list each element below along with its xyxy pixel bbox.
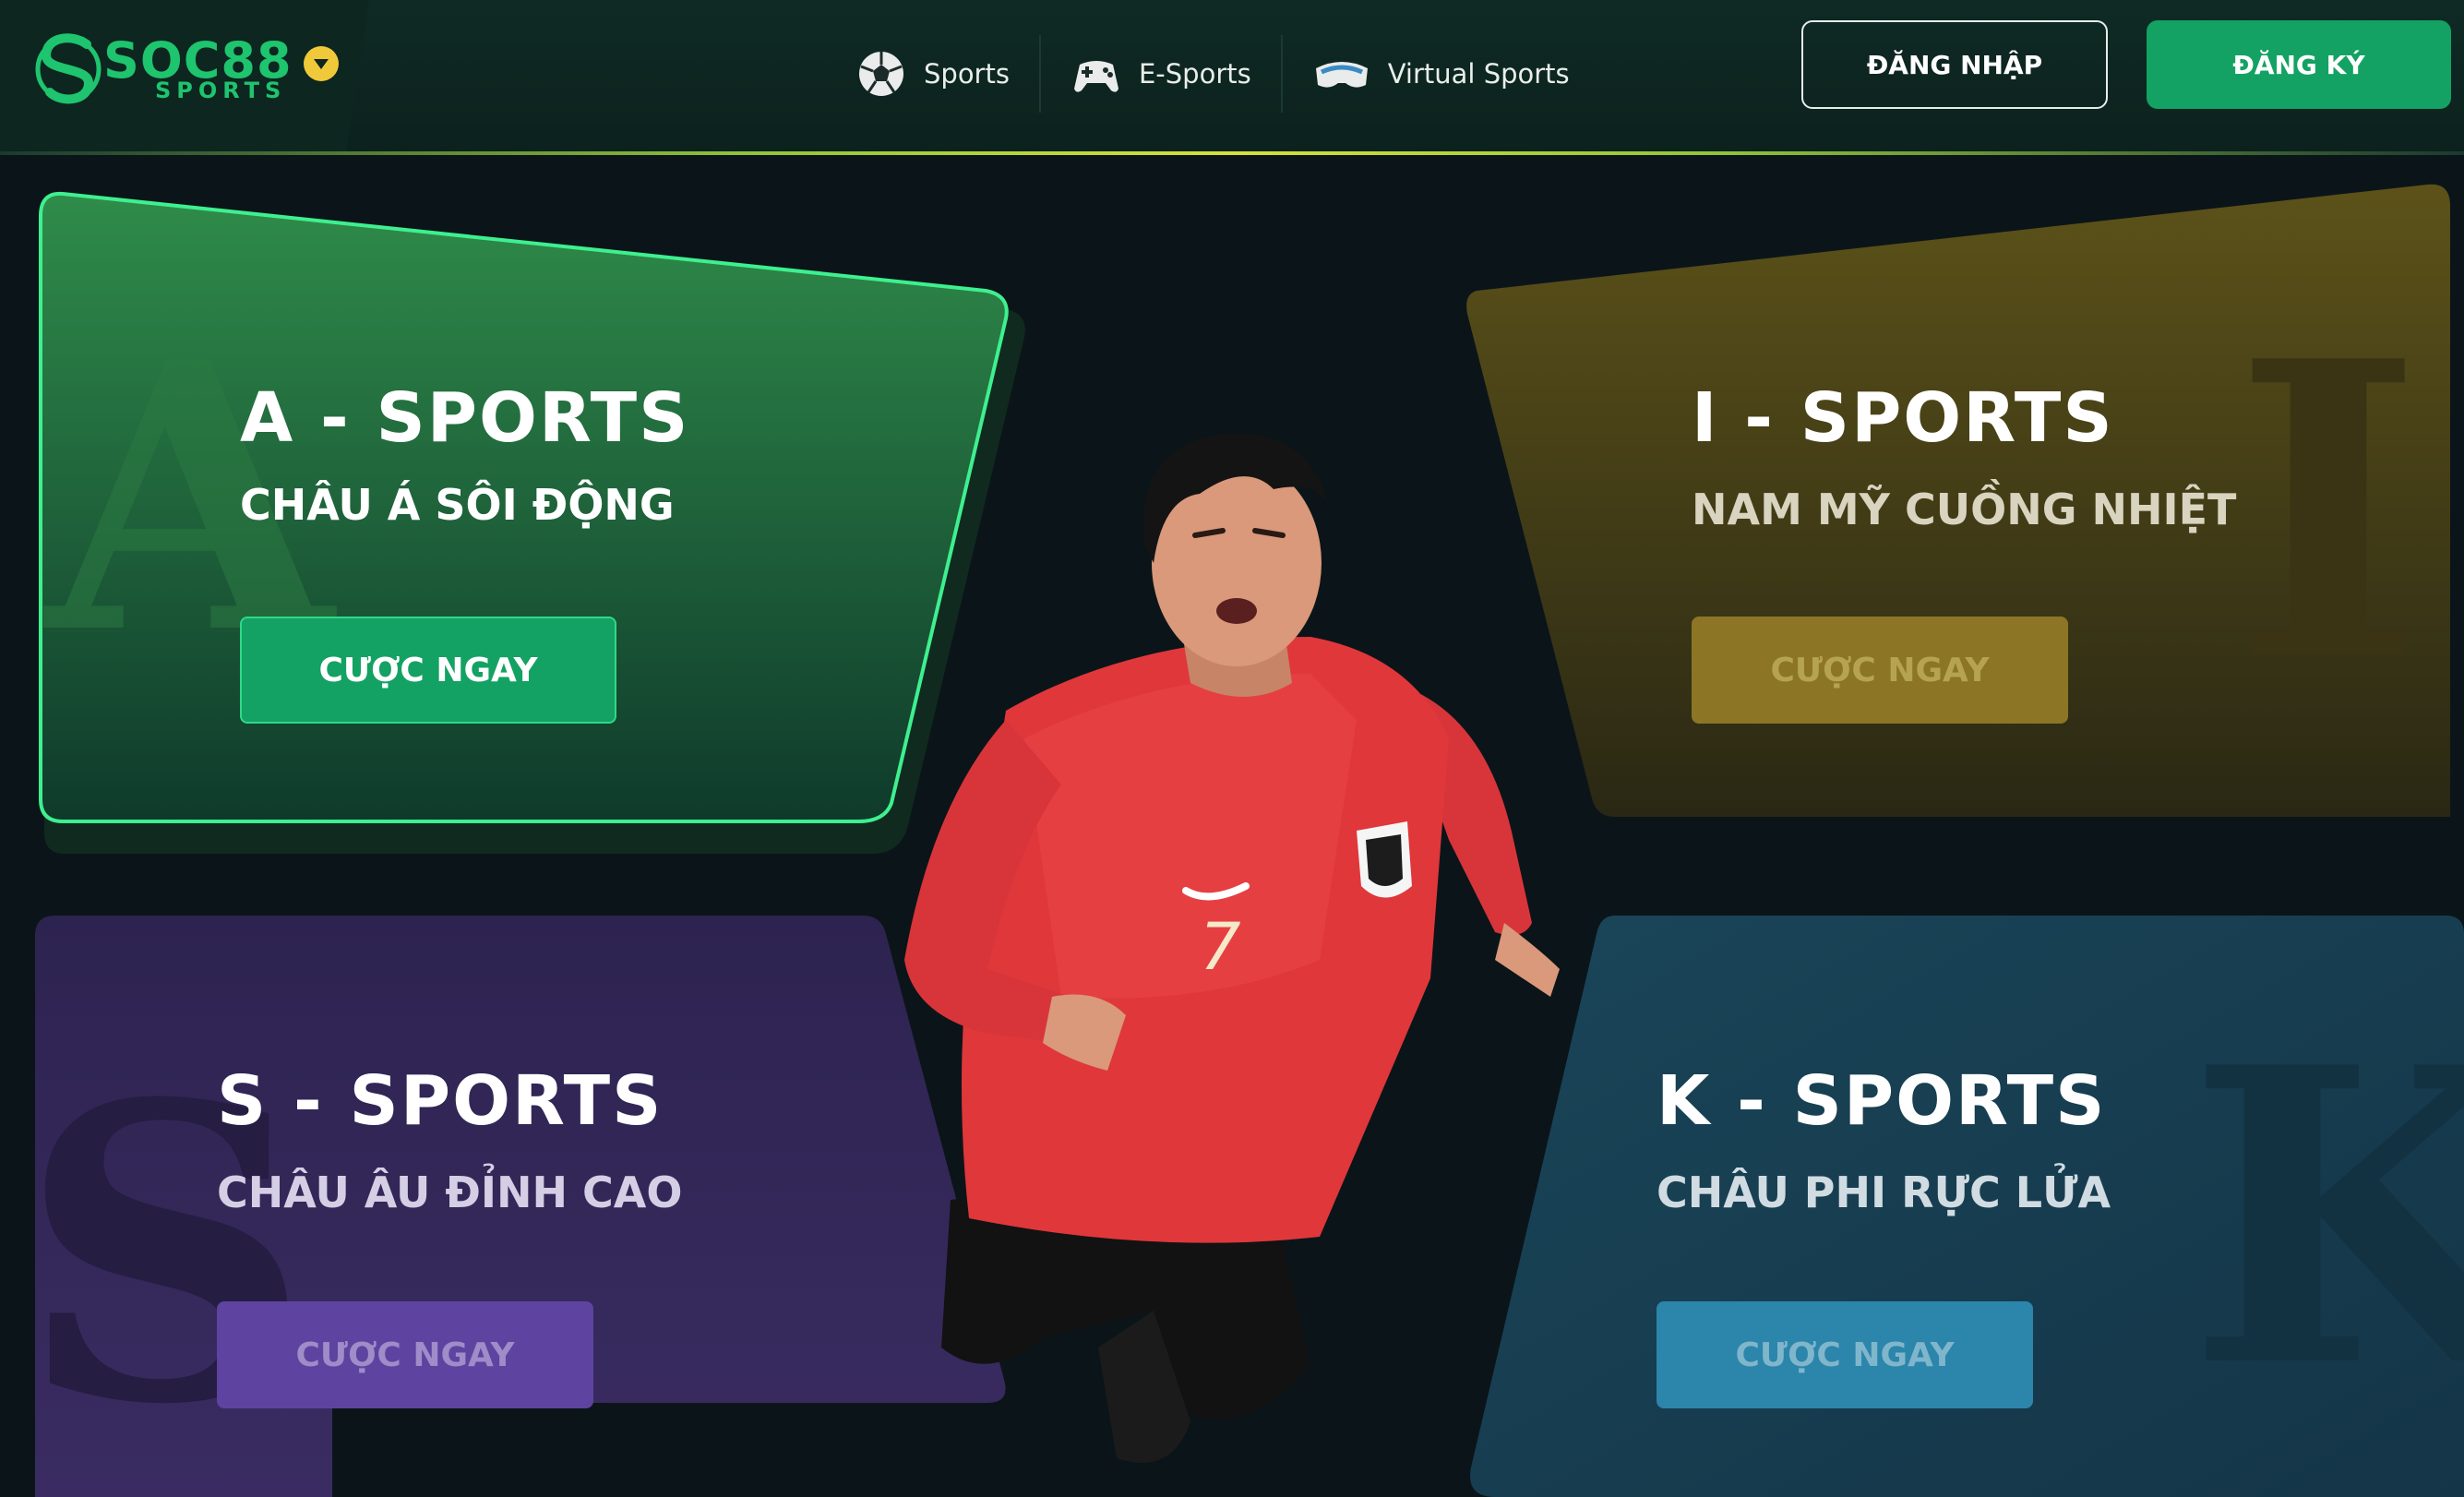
card-a-title: A - SPORTS <box>240 378 690 458</box>
card-s-title: S - SPORTS <box>217 1061 664 1141</box>
gamepad-icon <box>1073 61 1118 92</box>
card-i-watermark-letter: I <box>2233 273 2423 750</box>
card-k-subtitle: CHÂU PHI RỰC LỬA <box>1657 1168 2111 1217</box>
nav-item-sports[interactable]: Sports <box>826 35 1039 113</box>
soccer-ball-icon <box>859 52 903 96</box>
nav-item-virtual-sports[interactable]: Virtual Sports <box>1283 35 1599 113</box>
nav-label: Virtual Sports <box>1387 58 1570 90</box>
card-k-title: K - SPORTS <box>1657 1061 2107 1141</box>
card-i-subtitle: NAM MỸ CUỒNG NHIỆT <box>1692 485 2237 534</box>
nav-item-esports[interactable]: E-Sports <box>1041 35 1281 113</box>
main-nav: Sports E-Sports Virtual Sports <box>826 28 1599 120</box>
card-s-sports: S S - SPORTS CHÂU ÂU ĐỈNH CAO CƯỢC NGAY <box>0 914 1015 1497</box>
nav-label: Sports <box>924 58 1010 90</box>
card-i-title: I - SPORTS <box>1692 378 2114 458</box>
card-s-subtitle: CHÂU ÂU ĐỈNH CAO <box>217 1168 683 1217</box>
nav-label: E-Sports <box>1138 58 1251 90</box>
top-header: SOC88 SPORTS Sports E-Sports Virtual Spo… <box>0 0 2464 155</box>
jersey-number: 7 <box>1200 909 1241 985</box>
chevron-down-icon[interactable] <box>304 46 339 81</box>
card-s-bet-button[interactable]: CƯỢC NGAY <box>217 1301 593 1408</box>
register-button[interactable]: ĐĂNG KÝ <box>2147 20 2451 109</box>
card-a-bet-button[interactable]: CƯỢC NGAY <box>240 617 616 724</box>
header-divider <box>0 151 2464 155</box>
football-player-image: 7 <box>904 433 1560 1463</box>
card-a-subtitle: CHÂU Á SÔI ĐỘNG <box>240 480 675 530</box>
card-i-bet-button[interactable]: CƯỢC NGAY <box>1692 617 2068 724</box>
logo-subtext: SPORTS <box>155 78 287 103</box>
card-k-watermark-letter: K <box>2187 979 2464 1456</box>
card-k-bet-button[interactable]: CƯỢC NGAY <box>1657 1301 2033 1408</box>
login-button[interactable]: ĐĂNG NHẬP <box>1801 20 2108 109</box>
vr-headset-icon <box>1315 62 1368 88</box>
